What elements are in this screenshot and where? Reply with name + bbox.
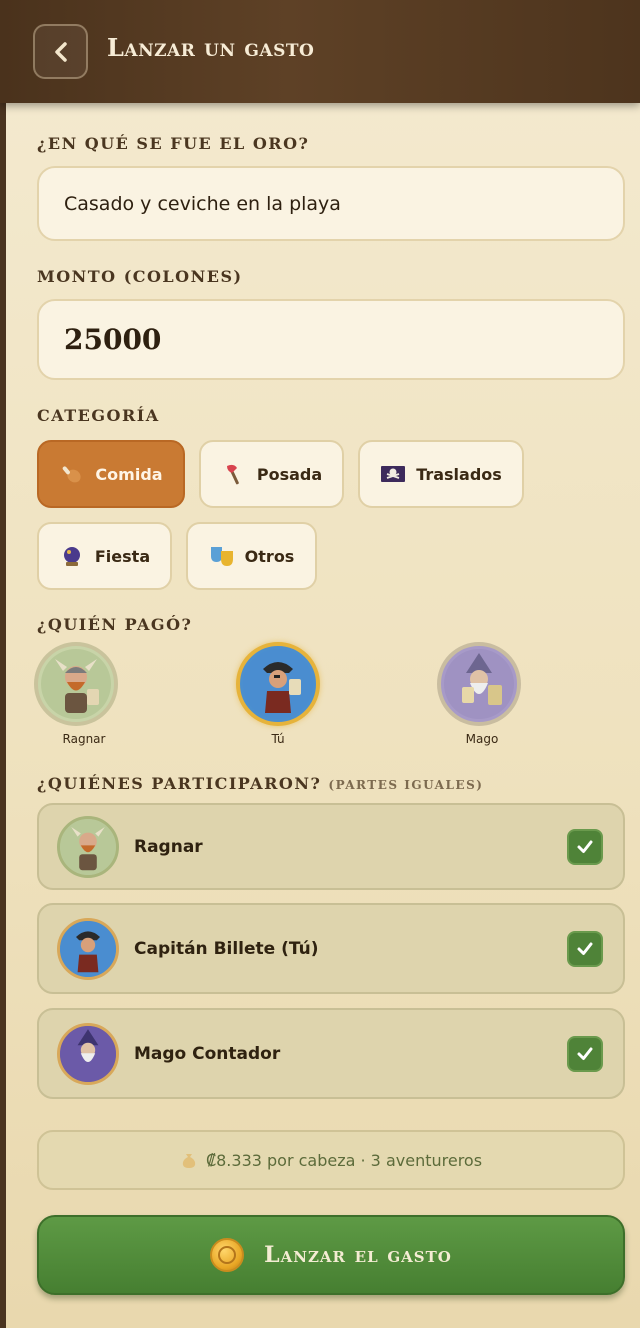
gold-coin-icon [210,1238,245,1272]
wizard-avatar [437,642,521,726]
coin-bag-icon [182,1154,196,1168]
split-summary: ₡8.333 por cabeza · 3 aventureros [37,1130,625,1190]
payer-label: ¿QUIÉN PAGÓ? [37,615,193,634]
category-label: CATEGORÍA [37,406,160,425]
participant-checkbox[interactable] [567,828,603,865]
category-chip-otros[interactable]: Otros [186,522,317,590]
category-chip-comida[interactable]: Comida [37,440,185,508]
participant-name: Ragnar [134,836,203,857]
drumstick-icon [59,461,85,487]
participant-checkbox[interactable] [567,1035,603,1072]
checkmark-icon [577,840,593,853]
window-edge [0,0,6,1328]
app-header: Lanzar un gasto [0,0,640,103]
payer-name: Ragnar [62,732,106,746]
viking-avatar [34,642,118,726]
summary-text: ₡8.333 por cabeza · 3 aventureros [205,1150,483,1170]
chip-label: Posada [256,464,323,484]
payer-name: Tú [271,732,285,746]
participant-row-mago[interactable]: Mago Contador [37,1008,625,1099]
participants-sublabel: (PARTES IGUALES) [328,778,484,792]
description-input[interactable]: Casado y ceviche en la playa [37,166,625,241]
viking-avatar [57,815,119,878]
participant-row-capitan[interactable]: Capitán Billete (Tú) [37,903,625,994]
chip-label: Otros [244,546,295,566]
category-chip-traslados[interactable]: Traslados [358,440,524,508]
checkmark-icon [577,1047,593,1060]
amount-label: MONTO (COLONES) [37,267,243,286]
description-label: ¿EN QUÉ SE FUE EL ORO? [37,134,310,153]
category-chip-posada[interactable]: Posada [199,440,344,508]
payer-name: Mago [465,732,499,746]
participant-name: Capitán Billete (Tú) [134,938,319,959]
participants-title: ¿QUIÉNES PARTICIPARON? [37,774,322,793]
chip-label: Comida [95,464,163,484]
payer-option-ragnar[interactable]: Ragnar [26,642,126,746]
submit-expense-button[interactable]: Lanzar el gasto [37,1215,625,1295]
amount-input[interactable]: 25000 [37,299,625,380]
crystal-ball-icon [59,543,85,569]
submit-label: Lanzar el gasto [264,1242,452,1268]
checkmark-icon [577,942,593,955]
back-button[interactable] [33,24,88,79]
theater-masks-icon [209,543,235,569]
chevron-left-icon [54,41,67,62]
category-chip-fiesta[interactable]: Fiesta [37,522,172,590]
pirate-avatar [57,917,119,980]
pirate-avatar [236,642,320,726]
axe-icon [221,461,247,487]
pirate-flag-icon [380,461,406,487]
participant-row-ragnar[interactable]: Ragnar [37,803,625,890]
participant-checkbox[interactable] [567,930,603,967]
payer-option-mago[interactable]: Mago [429,642,529,746]
chip-label: Traslados [416,464,502,484]
chip-label: Fiesta [94,546,151,566]
participant-name: Mago Contador [134,1043,281,1064]
payer-option-tu[interactable]: Tú [228,642,328,746]
participants-label: ¿QUIÉNES PARTICIPARON? (PARTES IGUALES) [37,774,483,793]
wizard-avatar [57,1022,119,1085]
page-title: Lanzar un gasto [107,33,315,62]
